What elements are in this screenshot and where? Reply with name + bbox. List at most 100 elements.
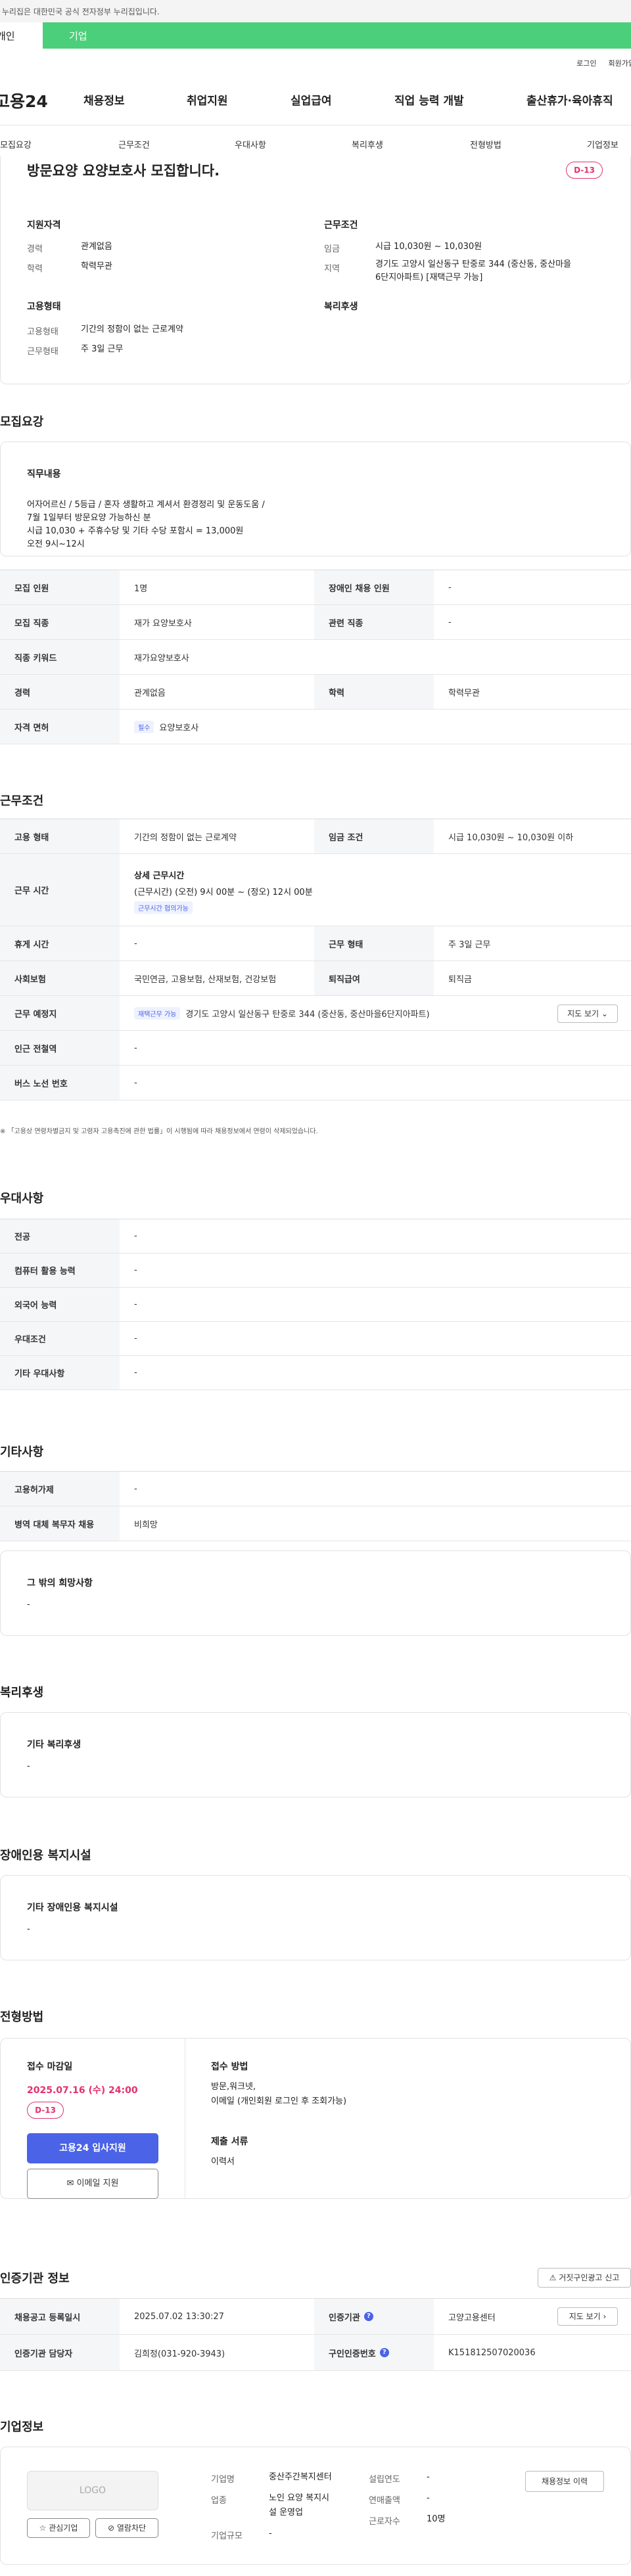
subnav-work[interactable]: 근무조건 <box>118 138 150 150</box>
row-value: 재가요양보호사 <box>134 653 189 664</box>
siren-icon: ⚠ <box>549 2273 557 2282</box>
row-label: 퇴직급여 <box>314 961 434 995</box>
job-summary-card: 방문요양 요양보호사 모집합니다. D-13 지원자격 경력 관계없음 학력 학… <box>0 156 631 384</box>
duty-title: 직무내용 <box>27 469 61 480</box>
work-section-title: 근무조건 <box>0 794 44 808</box>
row-label: 모집 인원 <box>0 570 120 604</box>
map-button[interactable]: 지도 보기 ⌄ <box>557 1005 618 1023</box>
work-time-title: 상세 근무시간 <box>134 871 185 881</box>
recruit-section-title: 모집요강 <box>0 415 44 429</box>
other-wishes-title: 그 밖의 희망사항 <box>27 1578 93 1589</box>
hiring-history-button[interactable]: 채용정보 이력 <box>525 2471 604 2492</box>
table-row: 기타 우대사항 - <box>0 1356 631 1390</box>
row-value: 시급 10,030원 ~ 10,030원 이하 <box>448 832 574 843</box>
form-label: 근무형태 <box>27 347 58 357</box>
row-value: 퇴직금 <box>448 974 472 985</box>
info-icon[interactable]: ? <box>363 2312 373 2321</box>
row-label: 경력 <box>0 675 120 709</box>
site-logo[interactable]: 고용24 <box>0 89 74 112</box>
dday-badge: D-13 <box>566 162 603 179</box>
duty-line: 시급 10,030 + 주휴수당 및 기타 수당 포함시 = 13,000원 <box>27 526 244 536</box>
row-label: 구인인증번호? <box>314 2335 434 2370</box>
duty-line: 7월 1일부터 방문요양 가능하신 분 <box>27 513 151 523</box>
cert-map-button[interactable]: 지도 보기 › <box>557 2307 618 2326</box>
founded-label: 설립연도 <box>369 2475 400 2485</box>
industry-value-1: 노인 요양 복지시 <box>269 2493 329 2503</box>
user-type-tabs: 개인 기업 <box>0 22 631 49</box>
mail-icon: ✉ <box>66 2179 74 2188</box>
subnav-recruit[interactable]: 모집요강 <box>0 138 32 150</box>
tab-personal[interactable]: 개인 <box>0 22 43 49</box>
cert-section-title: 인증기관 정보 <box>0 2272 70 2286</box>
login-link[interactable]: 로그인 <box>576 58 596 68</box>
row-value: 학력무관 <box>448 688 480 698</box>
row-label: 채용공고 등록일시 <box>0 2299 120 2334</box>
gnb-parental-leave[interactable]: 출산휴가·육아휴직 <box>526 91 613 108</box>
tab-company[interactable]: 기업 <box>43 22 631 49</box>
wage-label: 임금 <box>324 244 340 254</box>
process-box: 접수 마감일 2025.07.16 (수) 24:00 D-13 고용24 입사… <box>0 2038 631 2199</box>
signup-link[interactable]: 회원가입 <box>609 58 631 68</box>
subnav-company[interactable]: 기업정보 <box>587 138 619 150</box>
gnb-employment-support[interactable]: 취업지원 <box>187 91 228 108</box>
duty-box: 직무내용 어자어르신 / 5등급 / 혼자 생활하고 계셔서 환경정리 및 운동… <box>0 441 631 556</box>
welfare-sub: 기타 복리후생 <box>27 1740 82 1750</box>
top-links: 로그인 회원가입 <box>576 58 631 68</box>
block-view-button[interactable]: ⊘ 열람차단 <box>95 2518 158 2538</box>
row-value: 주 3일 근무 <box>448 939 491 950</box>
chevron-right-icon: › <box>603 2312 607 2321</box>
company-name-label: 기업명 <box>211 2475 235 2485</box>
table-row: 직종 키워드 재가요양보호사 <box>0 640 631 675</box>
table-row: 외국어 능력 - <box>0 1288 631 1322</box>
row-label: 모집 직종 <box>0 605 120 639</box>
emp-label: 고용형태 <box>27 327 58 337</box>
table-row: 자격 면허 필수 요양보호사 <box>0 710 631 744</box>
row-label: 근무 시간 <box>0 854 120 926</box>
table-row: 병역 대체 복무자 채용 비희망 <box>0 1506 631 1541</box>
row-value: K151812507020036 <box>448 2347 536 2358</box>
row-label: 학력 <box>314 675 434 709</box>
emp-value: 기간의 정함이 없는 근로계약 <box>81 325 183 334</box>
row-label: 고용 형태 <box>0 819 120 853</box>
row-value: 1명 <box>134 583 148 594</box>
row-label: 버스 노선 번호 <box>0 1066 120 1100</box>
gnb-skills-development[interactable]: 직업 능력 개발 <box>394 91 464 108</box>
row-label: 직종 키워드 <box>0 640 120 674</box>
emp-title: 고용형태 <box>27 302 61 312</box>
row-value: 기간의 정함이 없는 근로계약 <box>134 832 237 843</box>
row-value: 관계없음 <box>134 688 166 698</box>
cert-table: 채용공고 등록일시 2025.07.02 13:30:27 인증기관? 고양고용… <box>0 2298 631 2371</box>
work-time-detail: 상세 근무시간 (근무시간) (오전) 9시 00분 ~ (정오) 12시 00… <box>134 869 313 914</box>
duty-line: 어자어르신 / 5등급 / 혼자 생활하고 계셔서 환경정리 및 운동도움 / <box>27 500 265 510</box>
report-fake-ad-button[interactable]: ⚠ 거짓구인광고 신고 <box>538 2268 631 2288</box>
loc-value-1: 경기도 고양시 일산동구 탄중로 344 (중산동, 중산마을 <box>375 260 572 269</box>
disability-box: 기타 장애인용 복지시설 - <box>0 1875 631 1960</box>
row-value: 비희망 <box>134 1520 158 1530</box>
company-name-value: 중산주간복지센터 <box>269 2472 332 2482</box>
info-icon[interactable]: ? <box>379 2348 389 2357</box>
favorite-company-button[interactable]: ☆ 관심기업 <box>27 2518 90 2538</box>
row-label: 우대조건 <box>0 1322 120 1355</box>
pref-section-title: 우대사항 <box>0 1192 44 1206</box>
email-apply-button[interactable]: ✉ 이메일 지원 <box>27 2169 158 2199</box>
row-value: - <box>448 582 452 593</box>
industry-label: 업종 <box>211 2496 227 2506</box>
row-value: 재택근무 가능 경기도 고양시 일산동구 탄중로 344 (중산동, 중산마을6단… <box>120 996 430 1030</box>
chevron-down-icon: ⌄ <box>601 1009 608 1018</box>
gnb-job-info[interactable]: 채용정보 <box>83 91 125 108</box>
subnav-welfare[interactable]: 복리후생 <box>352 138 383 150</box>
loc-label: 지역 <box>324 264 340 274</box>
subnav-process[interactable]: 전형방법 <box>470 138 502 150</box>
process-dday-badge: D-13 <box>27 2102 64 2119</box>
apply-button[interactable]: 고용24 입사지원 <box>27 2133 158 2163</box>
row-label: 장애인 채용 인원 <box>314 570 434 604</box>
row-value: - <box>134 1299 137 1309</box>
gov-banner: 이 누리집은 대한민국 공식 전자정부 누리집입니다. <box>0 0 631 22</box>
work-time-value: (근무시간) (오전) 9시 00분 ~ (정오) 12시 00분 <box>134 888 313 897</box>
subnav-pref[interactable]: 우대사항 <box>235 138 266 150</box>
row-label: 외국어 능력 <box>0 1288 120 1321</box>
gnb-unemployment-benefit[interactable]: 실업급여 <box>291 91 332 108</box>
remote-chip: 재택근무 가능 <box>134 1006 181 1020</box>
founded-value: - <box>427 2472 430 2482</box>
row-value: - <box>134 938 137 949</box>
